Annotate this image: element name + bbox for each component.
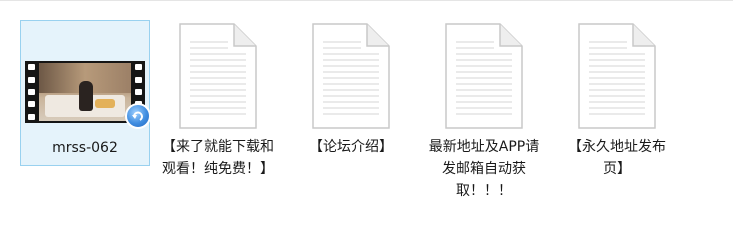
- video-thumbnail-icon: [25, 61, 151, 129]
- file-name-label: 【永久地址发布页】: [568, 139, 666, 177]
- file-thumbnail: [20, 21, 151, 131]
- file-item-text[interactable]: 【来了就能下载和观看！纯免费！】: [153, 20, 283, 220]
- file-name-label: 【论坛介绍】: [309, 139, 393, 155]
- file-thumbnail: [419, 20, 549, 130]
- film-perforation-icon: [25, 61, 38, 123]
- file-item-text[interactable]: 最新地址及APP请发邮箱自动获取！！！: [419, 20, 549, 220]
- text-document-icon: [312, 23, 390, 129]
- player-app-badge-icon: [125, 103, 151, 129]
- file-thumbnail: [153, 20, 283, 130]
- file-name-label: 最新地址及APP请发邮箱自动获取！！！: [428, 139, 540, 199]
- file-item-text[interactable]: 【永久地址发布页】: [552, 20, 682, 220]
- file-thumbnail: [552, 20, 682, 130]
- text-document-icon: [445, 23, 523, 129]
- file-name-label: 【来了就能下载和观看！纯免费！】: [162, 139, 274, 177]
- file-name-label: mrss-062: [52, 140, 118, 156]
- text-document-icon: [179, 23, 257, 129]
- video-frame-image: [39, 63, 131, 121]
- window-top-border: [0, 0, 733, 1]
- file-thumbnail: [286, 20, 416, 130]
- text-document-icon: [578, 23, 656, 129]
- file-item-text[interactable]: 【论坛介绍】: [286, 20, 416, 220]
- file-item-video[interactable]: mrss-062: [20, 20, 151, 166]
